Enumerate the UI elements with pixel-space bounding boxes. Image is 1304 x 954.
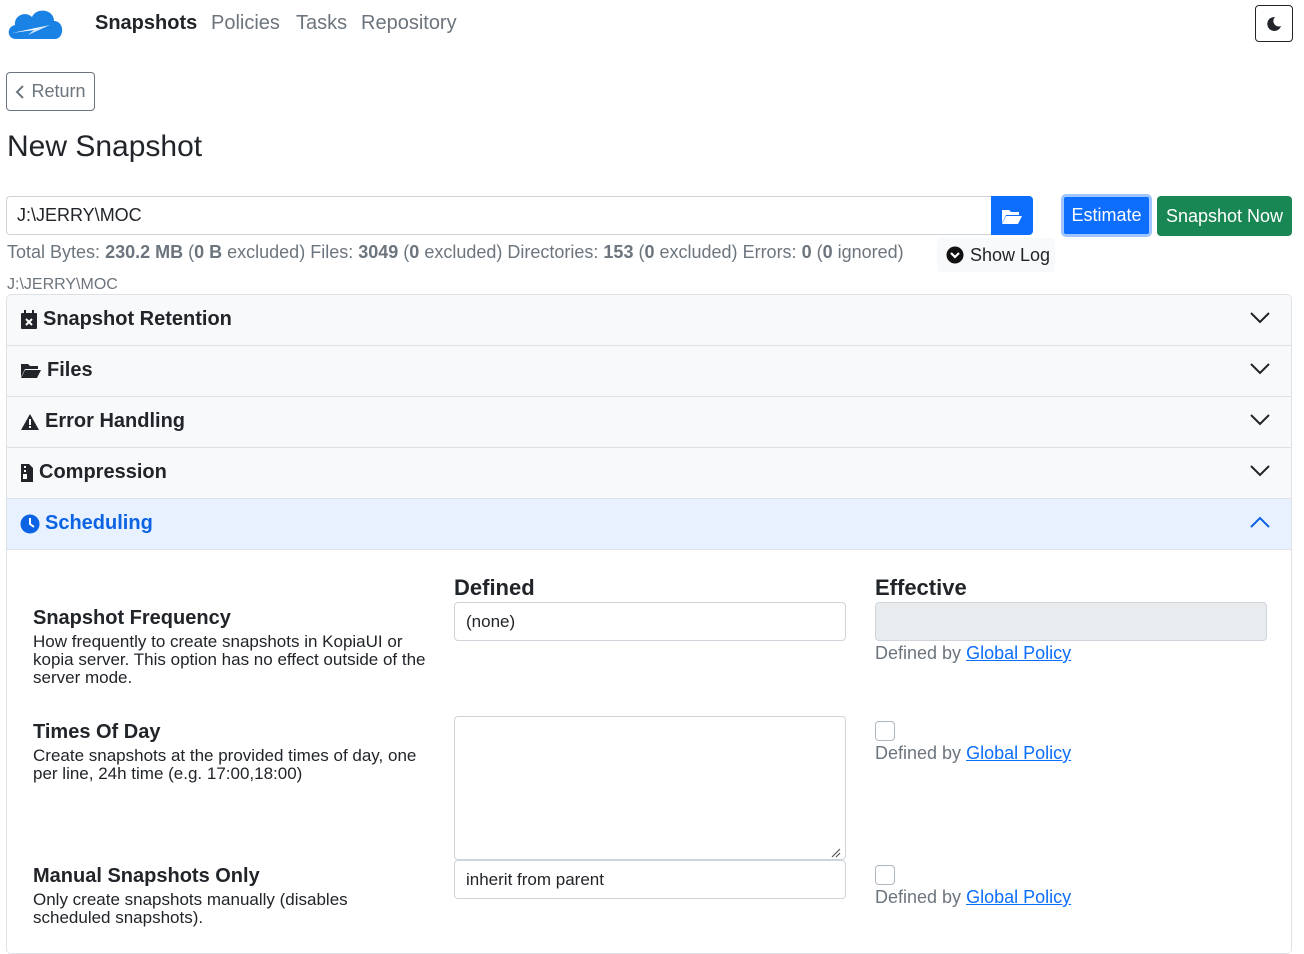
defined-by-text: Defined by Global Policy (875, 887, 1072, 907)
snapshot-frequency-label: Snapshot Frequency (33, 607, 231, 629)
snapshot-frequency-effective (875, 602, 1267, 641)
warning-icon (21, 413, 39, 430)
accordion-scheduling[interactable]: Scheduling (7, 499, 1291, 550)
chevron-left-icon (16, 84, 25, 99)
calendar-x-icon (21, 309, 37, 329)
times-of-day-help: Create snapshots at the provided times o… (33, 746, 417, 783)
global-policy-link[interactable]: Global Policy (966, 643, 1071, 663)
column-defined-header: Defined (454, 575, 535, 600)
global-policy-link[interactable]: Global Policy (966, 887, 1071, 907)
file-zipper-icon (21, 463, 33, 482)
global-policy-link[interactable]: Global Policy (966, 743, 1071, 763)
times-of-day-label: Times Of Day (33, 721, 161, 743)
resize-handle-icon[interactable] (829, 846, 841, 858)
browse-folder-button[interactable] (991, 196, 1033, 235)
return-button[interactable]: Return (6, 72, 95, 111)
show-log-label: Show Log (970, 244, 1051, 265)
manual-snapshots-only-label: Manual Snapshots Only (33, 865, 260, 887)
accordion-label: Snapshot Retention (43, 308, 232, 330)
nav-repository[interactable]: Repository (361, 12, 457, 35)
snapshot-frequency-select[interactable]: (none) (454, 602, 846, 641)
snapshot-now-button[interactable]: Snapshot Now (1157, 196, 1292, 236)
nav-policies[interactable]: Policies (211, 12, 280, 35)
show-log-button[interactable]: Show Log (937, 238, 1055, 272)
page-title: New Snapshot (7, 130, 203, 163)
times-of-day-textarea[interactable] (454, 716, 846, 860)
files-count: 3049 (358, 242, 399, 262)
nav-tasks[interactable]: Tasks (296, 12, 347, 35)
accordion-label: Compression (39, 461, 167, 483)
manual-snapshots-only-select[interactable]: inherit from parent (454, 860, 846, 899)
theme-toggle-button[interactable] (1255, 5, 1293, 42)
accordion-label: Error Handling (45, 410, 186, 432)
path-input[interactable] (6, 196, 992, 235)
defined-by-text: Defined by Global Policy (875, 743, 1072, 763)
clock-icon (20, 514, 40, 533)
total-bytes-value: 230.2 MB (105, 242, 184, 262)
kopia-cloud-logo-icon[interactable] (4, 3, 66, 45)
top-navbar: Snapshots Policies Tasks Repository (0, 0, 1304, 50)
accordion-files[interactable]: Files (7, 346, 1291, 397)
dirs-count: 153 (603, 242, 634, 262)
accordion-error-handling[interactable]: Error Handling (7, 397, 1291, 448)
chevron-up-icon (1250, 516, 1270, 528)
chevron-circle-down-icon (946, 246, 964, 264)
defined-by-text: Defined by Global Policy (875, 643, 1072, 663)
moon-icon (1267, 16, 1281, 31)
folder-open-icon (21, 363, 41, 378)
policy-accordion: Snapshot Retention Files Error Handling (6, 294, 1292, 954)
snapshot-frequency-help: How frequently to create snapshots in Ko… (33, 632, 426, 687)
accordion-compression[interactable]: Compression (7, 448, 1291, 499)
chevron-down-icon (1250, 414, 1270, 426)
errors-count: 0 (801, 242, 812, 262)
accordion-label: Files (47, 359, 93, 381)
chevron-down-icon (1250, 465, 1270, 477)
path-caption: J:\JERRY\MOC (7, 276, 118, 293)
folder-open-icon (1002, 209, 1022, 224)
manual-snapshots-only-help: Only create snapshots manually (disables… (33, 890, 348, 927)
times-of-day-effective-checkbox (875, 721, 895, 741)
estimate-button[interactable]: Estimate (1061, 194, 1152, 237)
column-effective-header: Effective (875, 575, 967, 600)
manual-snapshots-effective-checkbox (875, 865, 895, 885)
chevron-down-icon (1250, 363, 1270, 375)
estimate-stats: Total Bytes: 230.2 MB (0 B excluded) Fil… (7, 242, 904, 262)
accordion-label: Scheduling (45, 512, 153, 534)
accordion-snapshot-retention[interactable]: Snapshot Retention (7, 295, 1291, 346)
nav-snapshots[interactable]: Snapshots (95, 12, 197, 35)
return-label: Return (31, 81, 86, 101)
chevron-down-icon (1250, 312, 1270, 324)
